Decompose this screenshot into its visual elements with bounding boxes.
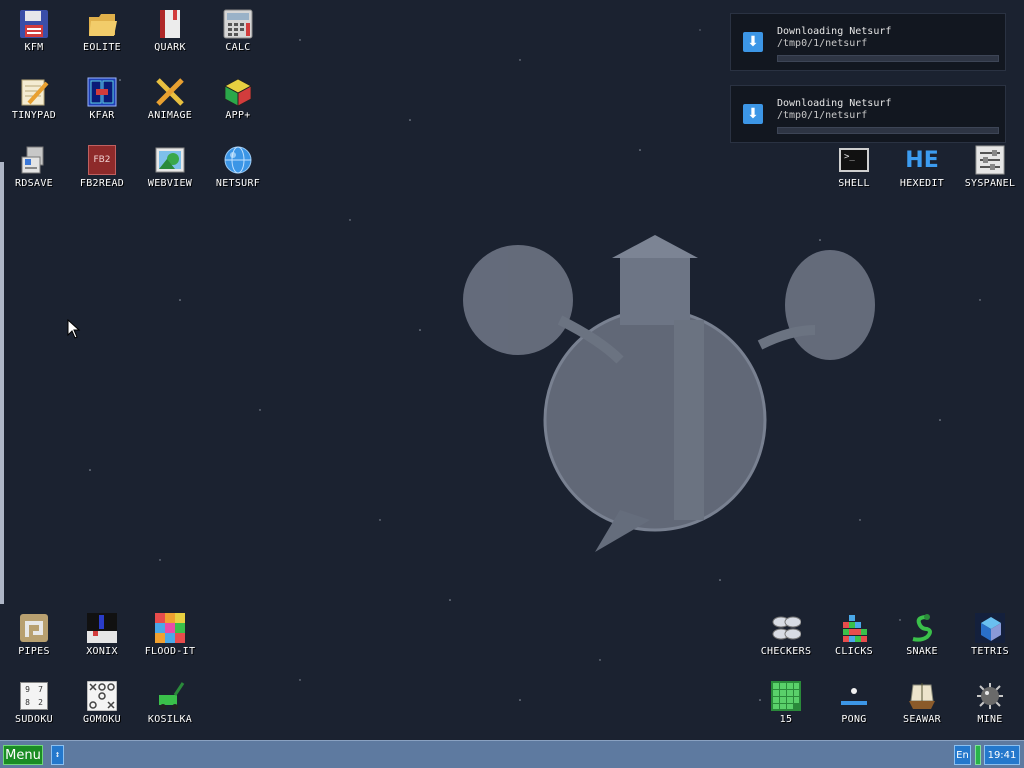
sudoku-grid-icon: 9 7 8 2 bbox=[18, 680, 50, 712]
sailing-ship-icon bbox=[906, 680, 938, 712]
blocks-icon bbox=[838, 612, 870, 644]
desktop-icon-pipes[interactable]: PIPES bbox=[0, 604, 68, 672]
desktop-icon-pong[interactable]: PONG bbox=[820, 672, 888, 740]
language-indicator[interactable]: En bbox=[954, 745, 971, 765]
notification-title: Downloading Netsurf bbox=[777, 98, 892, 109]
icon-label: CALC bbox=[225, 42, 251, 53]
desktop-icon-rdsave[interactable]: RDSAVE bbox=[0, 136, 68, 204]
sliders-icon bbox=[974, 144, 1006, 176]
download-arrow-icon: ⬇ bbox=[743, 32, 763, 52]
tic-tac-toe-icon bbox=[86, 680, 118, 712]
download-notification-1[interactable]: ⬇ Downloading Netsurf /tmp0/1/netsurf bbox=[730, 13, 1006, 71]
icon-label: NETSURF bbox=[215, 178, 261, 189]
calculator-icon bbox=[222, 8, 254, 40]
desktop-icon-gomoku[interactable]: GOMOKU bbox=[68, 672, 136, 740]
desktop-icon-kosilka[interactable]: KOSILKA bbox=[136, 672, 204, 740]
file-manager-icon bbox=[86, 76, 118, 108]
xonix-icon bbox=[86, 612, 118, 644]
desktop-icon-tetris[interactable]: TETRIS bbox=[956, 604, 1024, 672]
snake-icon bbox=[906, 612, 938, 644]
sudoku-cell: 9 bbox=[25, 685, 30, 694]
checkers-pieces-icon bbox=[770, 612, 802, 644]
picture-frame-icon bbox=[154, 144, 186, 176]
desktop-icon-shell[interactable]: >_ SHELL bbox=[820, 136, 888, 204]
taskbar: Menu ↕ En 19:41 bbox=[0, 740, 1024, 768]
terminal-icon: >_ bbox=[838, 144, 870, 176]
folder-icon bbox=[86, 8, 118, 40]
window-switch-icon[interactable]: ↕ bbox=[51, 745, 64, 765]
terminal-prompt-text: >_ bbox=[839, 148, 869, 172]
desktop-icon-mine[interactable]: MINE bbox=[956, 672, 1024, 740]
icon-label: MINE bbox=[977, 714, 1003, 725]
hex-glyph-text: HE bbox=[905, 147, 939, 173]
desktop-icon-quark[interactable]: QUARK bbox=[136, 0, 204, 68]
desktop-icon-animage[interactable]: ANIMAGE bbox=[136, 68, 204, 136]
color-grid-icon bbox=[154, 612, 186, 644]
download-progress-bar bbox=[777, 127, 999, 134]
notepad-pencil-icon bbox=[18, 76, 50, 108]
download-progress-bar bbox=[777, 55, 999, 62]
icon-label: TETRIS bbox=[971, 646, 1009, 657]
desktop-icon-kfm[interactable]: KFM bbox=[0, 0, 68, 68]
menu-button[interactable]: Menu bbox=[3, 745, 43, 765]
globe-icon bbox=[222, 144, 254, 176]
notebook-icon bbox=[154, 8, 186, 40]
sudoku-cell: 8 bbox=[25, 698, 30, 707]
hex-editor-icon: HE bbox=[905, 144, 939, 176]
lawn-mower-icon bbox=[154, 680, 186, 712]
desktop-icon-floodit[interactable]: FLOOD-IT bbox=[136, 604, 204, 672]
desktop-icon-calc[interactable]: CALC bbox=[204, 0, 272, 68]
pencil-ruler-icon bbox=[154, 76, 186, 108]
left-hot-edge bbox=[0, 162, 4, 604]
desktop-icon-sudoku[interactable]: 9 7 8 2 SUDOKU bbox=[0, 672, 68, 740]
desktop-icon-checkers[interactable]: CHECKERS bbox=[752, 604, 820, 672]
mouse-cursor-icon bbox=[67, 319, 81, 339]
book-glyph-text: FB2 bbox=[88, 145, 116, 175]
sudoku-cell: 2 bbox=[38, 698, 43, 707]
pipes-icon bbox=[18, 612, 50, 644]
rubik-cube-icon bbox=[222, 76, 254, 108]
desktop-icon-fifteen[interactable]: 15 bbox=[752, 672, 820, 740]
desktop-icon-syspanel[interactable]: SYSPANEL bbox=[956, 136, 1024, 204]
fifteen-puzzle-icon bbox=[770, 680, 802, 712]
download-notification-2[interactable]: ⬇ Downloading Netsurf /tmp0/1/netsurf bbox=[730, 85, 1006, 143]
icon-label: FLOOD-IT bbox=[144, 646, 196, 657]
desktop-icon-hexedit[interactable]: HE HEXEDIT bbox=[888, 136, 956, 204]
desktop-icon-kfar[interactable]: KFAR bbox=[68, 68, 136, 136]
desktop-icon-clicks[interactable]: CLICKS bbox=[820, 604, 888, 672]
book-icon: FB2 bbox=[86, 144, 118, 176]
notification-title: Downloading Netsurf bbox=[777, 26, 892, 37]
desktop-icon-webview[interactable]: WEBVIEW bbox=[136, 136, 204, 204]
icon-label: KOSILKA bbox=[147, 714, 193, 725]
desktop-icon-seawar[interactable]: SEAWAR bbox=[888, 672, 956, 740]
floppy-disk-icon bbox=[18, 8, 50, 40]
icon-label: APP+ bbox=[225, 110, 251, 121]
tetris-block-icon bbox=[974, 612, 1006, 644]
sudoku-cell: 7 bbox=[38, 685, 43, 694]
battery-icon bbox=[975, 745, 981, 765]
notification-path: /tmp0/1/netsurf bbox=[777, 38, 868, 49]
download-arrow-icon: ⬇ bbox=[743, 104, 763, 124]
desktop-icon-fb2read[interactable]: FB2 FB2READ bbox=[68, 136, 136, 204]
pong-paddle-icon bbox=[838, 680, 870, 712]
disk-save-icon bbox=[18, 144, 50, 176]
desktop-icon-eolite[interactable]: EOLITE bbox=[68, 0, 136, 68]
desktop-icon-appplus[interactable]: APP+ bbox=[204, 68, 272, 136]
mine-bomb-icon bbox=[974, 680, 1006, 712]
desktop-icon-xonix[interactable]: XONIX bbox=[68, 604, 136, 672]
desktop-icon-netsurf[interactable]: NETSURF bbox=[204, 136, 272, 204]
notification-path: /tmp0/1/netsurf bbox=[777, 110, 868, 121]
desktop-icon-tinypad[interactable]: TINYPAD bbox=[0, 68, 68, 136]
wallpaper-planet bbox=[463, 235, 875, 552]
desktop-icon-snake[interactable]: SNAKE bbox=[888, 604, 956, 672]
clock[interactable]: 19:41 bbox=[984, 745, 1020, 765]
icon-label: SYSPANEL bbox=[964, 178, 1016, 189]
